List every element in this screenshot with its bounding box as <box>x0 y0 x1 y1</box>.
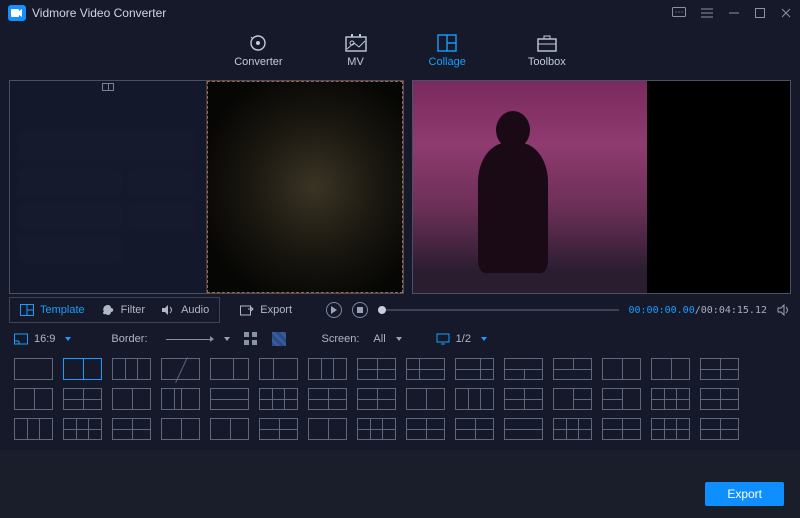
template-item[interactable] <box>259 358 298 380</box>
template-item[interactable] <box>63 418 102 440</box>
nav-converter[interactable]: Converter <box>228 32 288 70</box>
play-icon <box>331 306 337 314</box>
border-label: Border: <box>111 333 147 345</box>
template-item[interactable] <box>63 358 102 380</box>
play-button[interactable] <box>326 302 342 318</box>
template-item[interactable] <box>602 358 641 380</box>
volume-icon[interactable] <box>777 304 791 316</box>
collage-icon <box>437 34 457 52</box>
template-item[interactable] <box>651 418 690 440</box>
app-logo <box>8 5 26 21</box>
preview-panel <box>412 80 791 294</box>
template-item[interactable] <box>210 388 249 410</box>
border-style-dropdown[interactable] <box>162 337 230 341</box>
mv-icon <box>345 34 367 52</box>
collage-canvas[interactable] <box>9 80 404 294</box>
app-title: Vidmore Video Converter <box>32 6 672 20</box>
template-item[interactable] <box>553 358 592 380</box>
preview-left <box>413 81 647 293</box>
template-item[interactable] <box>651 358 690 380</box>
template-item[interactable] <box>357 418 396 440</box>
template-item[interactable] <box>161 388 200 410</box>
template-item[interactable] <box>602 418 641 440</box>
border-grid-button[interactable] <box>244 332 258 346</box>
template-item[interactable] <box>455 388 494 410</box>
tab-export[interactable]: Export <box>240 304 292 316</box>
border-color-swatch[interactable] <box>272 332 286 346</box>
aspect-icon <box>14 333 28 345</box>
template-item[interactable] <box>161 418 200 440</box>
template-item[interactable] <box>63 388 102 410</box>
template-item[interactable] <box>210 358 249 380</box>
tab-audio[interactable]: Audio <box>161 304 209 316</box>
template-item[interactable] <box>553 418 592 440</box>
screen-dropdown[interactable]: All <box>373 333 401 345</box>
time-display: 00:00:00.00/00:04:15.12 <box>629 305 768 316</box>
template-grid <box>0 352 800 450</box>
template-item[interactable] <box>455 358 494 380</box>
template-item[interactable] <box>161 358 200 380</box>
menu-icon[interactable] <box>700 7 714 19</box>
template-item[interactable] <box>455 418 494 440</box>
template-item[interactable] <box>259 388 298 410</box>
template-item[interactable] <box>308 418 347 440</box>
stop-icon <box>357 307 363 313</box>
minimize-icon[interactable] <box>728 7 740 19</box>
template-item[interactable] <box>112 388 151 410</box>
template-item[interactable] <box>14 388 53 410</box>
template-item[interactable] <box>651 388 690 410</box>
template-item[interactable] <box>112 418 151 440</box>
template-item[interactable] <box>406 388 445 410</box>
template-item[interactable] <box>602 388 641 410</box>
template-item[interactable] <box>210 418 249 440</box>
template-item[interactable] <box>700 388 739 410</box>
template-item[interactable] <box>112 358 151 380</box>
stop-button[interactable] <box>352 302 368 318</box>
collage-slot-2[interactable] <box>207 81 404 293</box>
slot-handle-icon[interactable] <box>102 83 114 91</box>
close-icon[interactable] <box>780 7 792 19</box>
template-item[interactable] <box>308 358 347 380</box>
template-item[interactable] <box>553 388 592 410</box>
template-item[interactable] <box>357 358 396 380</box>
screen-label: Screen: <box>322 333 360 345</box>
nav-toolbox[interactable]: Toolbox <box>522 32 572 70</box>
progress-bar[interactable] <box>378 309 618 311</box>
toolbox-icon <box>537 34 557 52</box>
template-item[interactable] <box>357 388 396 410</box>
template-item[interactable] <box>259 418 298 440</box>
audio-icon <box>161 304 175 316</box>
nav-mv[interactable]: MV <box>339 32 373 70</box>
template-item[interactable] <box>504 388 543 410</box>
export-icon <box>240 304 254 316</box>
preview-zoom-dropdown[interactable]: 1/2 <box>436 333 487 345</box>
template-item[interactable] <box>504 418 543 440</box>
feedback-icon[interactable] <box>672 7 686 19</box>
template-item[interactable] <box>406 418 445 440</box>
template-item[interactable] <box>406 358 445 380</box>
filter-icon <box>101 304 115 316</box>
preview-right <box>647 81 790 293</box>
aspect-ratio-dropdown[interactable]: 16:9 <box>14 333 71 345</box>
template-item[interactable] <box>14 358 53 380</box>
template-icon <box>20 304 34 316</box>
maximize-icon[interactable] <box>754 7 766 19</box>
monitor-icon <box>436 333 450 345</box>
template-item[interactable] <box>504 358 543 380</box>
template-item[interactable] <box>14 418 53 440</box>
tab-template[interactable]: Template <box>20 304 85 316</box>
template-item[interactable] <box>700 358 739 380</box>
converter-icon <box>248 34 268 52</box>
template-item[interactable] <box>700 418 739 440</box>
tab-filter[interactable]: Filter <box>101 304 145 316</box>
nav-collage[interactable]: Collage <box>423 32 472 70</box>
template-item[interactable] <box>308 388 347 410</box>
collage-slot-1[interactable] <box>10 81 207 293</box>
export-button[interactable]: Export <box>705 482 784 506</box>
subtab-group: Template Filter Audio <box>9 297 220 323</box>
